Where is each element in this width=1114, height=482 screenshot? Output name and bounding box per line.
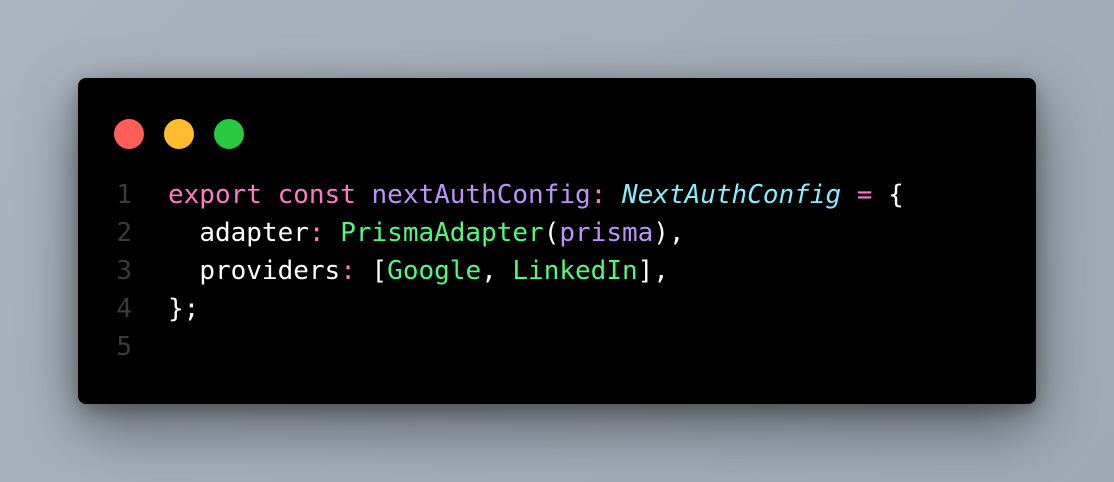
code-text: }; bbox=[168, 290, 199, 328]
code-line: 1 export const nextAuthConfig: NextAuthCo… bbox=[78, 176, 1036, 214]
line-number: 1 bbox=[116, 180, 132, 210]
code-token: nextAuthConfig bbox=[371, 180, 591, 210]
code-token: export bbox=[168, 180, 262, 210]
code-token: [ bbox=[371, 256, 388, 286]
minimize-dot-icon[interactable] bbox=[164, 119, 194, 149]
code-line: 2 adapter: PrismaAdapter(prisma), bbox=[78, 214, 1036, 252]
close-dot-icon[interactable] bbox=[114, 119, 144, 149]
line-number: 2 bbox=[116, 218, 132, 248]
code-token: providers bbox=[199, 256, 341, 286]
code-token: ], bbox=[637, 256, 669, 286]
code-text: providers: [Google, LinkedIn], bbox=[168, 252, 669, 290]
code-token: { bbox=[888, 180, 904, 210]
code-token: : bbox=[590, 180, 607, 210]
line-number: 3 bbox=[116, 256, 132, 286]
code-line: 4}; bbox=[78, 290, 1036, 328]
code-token: Google bbox=[387, 256, 482, 286]
code-window: 1 export const nextAuthConfig: NextAuthCo… bbox=[78, 78, 1036, 404]
line-number: 4 bbox=[116, 294, 132, 324]
window-controls bbox=[114, 119, 244, 149]
code-token: const bbox=[277, 180, 356, 210]
code-token: : bbox=[340, 256, 356, 286]
code-token: }; bbox=[168, 294, 200, 324]
code-token: ( bbox=[543, 218, 560, 248]
code-token: prisma bbox=[559, 218, 654, 248]
code-token: , bbox=[481, 256, 513, 286]
code-token: NextAuthConfig bbox=[621, 180, 842, 210]
code-text: export const nextAuthConfig: NextAuthCon… bbox=[168, 176, 904, 214]
code-token: = bbox=[856, 180, 873, 210]
code-token: ), bbox=[653, 218, 685, 248]
code-line: 5 bbox=[78, 328, 1036, 366]
code-token: LinkedIn bbox=[512, 256, 638, 286]
code-token: PrismaAdapter bbox=[340, 218, 544, 248]
code-line: 3 providers: [Google, LinkedIn], bbox=[78, 252, 1036, 290]
code-text: adapter: PrismaAdapter(prisma), bbox=[168, 214, 685, 252]
code-token: adapter bbox=[199, 218, 309, 248]
line-number: 5 bbox=[116, 332, 132, 362]
code-block: 1 export const nextAuthConfig: NextAuthCo… bbox=[78, 176, 1036, 366]
maximize-dot-icon[interactable] bbox=[214, 119, 244, 149]
code-token: : bbox=[308, 218, 325, 248]
